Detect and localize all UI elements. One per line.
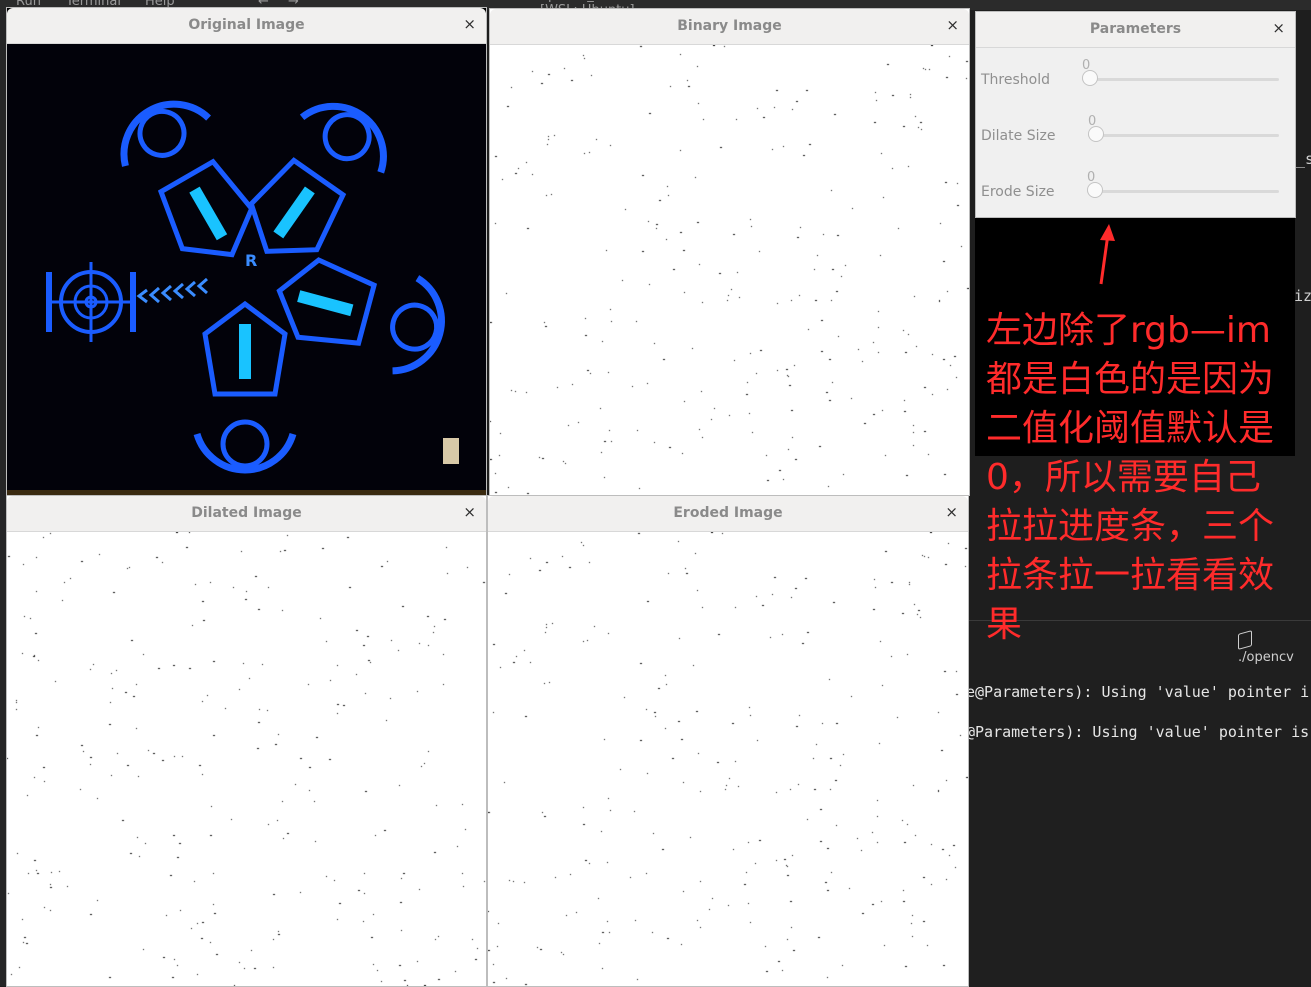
- eroded-noise-canvas: [488, 532, 968, 986]
- eroded-image-window: Eroded Image ×: [488, 496, 968, 986]
- window-title: Original Image: [188, 17, 305, 33]
- binary-noise-canvas: [490, 45, 969, 495]
- original-image-window: Original Image × R: [7, 8, 486, 495]
- annotation-arrow-icon: [1099, 224, 1115, 285]
- window-titlebar[interactable]: Eroded Image ×: [488, 496, 968, 532]
- close-icon[interactable]: ×: [946, 16, 959, 34]
- terminal-line: e@Parameters): Using 'value' pointer i: [966, 683, 1310, 701]
- binary-image-canvas: [490, 45, 969, 495]
- dilate-size-label: Dilate Size: [981, 128, 1056, 144]
- code-fragment: iz: [1294, 287, 1311, 305]
- window-titlebar[interactable]: Original Image ×: [7, 8, 486, 44]
- window-title: Binary Image: [677, 18, 782, 34]
- dilate-size-slider[interactable]: [1088, 126, 1279, 142]
- annotation-text: 左边除了rgb—im都是白色的是因为二值化阈值默认是0，所以需要自己拉拉进度条，…: [986, 310, 1275, 645]
- dilate-size-row: Dilate Size 0: [976, 104, 1295, 160]
- window-titlebar[interactable]: Binary Image ×: [490, 9, 969, 45]
- window-title: Parameters: [1089, 21, 1182, 37]
- svg-text:R: R: [245, 251, 257, 270]
- binary-image-window: Binary Image ×: [490, 9, 969, 495]
- terminal-panel: [968, 620, 1311, 987]
- dilated-image-canvas: [7, 532, 486, 986]
- slider-thumb[interactable]: [1087, 182, 1103, 198]
- window-titlebar[interactable]: Dilated Image ×: [7, 496, 486, 532]
- dilated-image-window: Dilated Image ×: [7, 496, 486, 986]
- original-image-canvas: R: [7, 44, 486, 495]
- code-fragment: _s: [1296, 150, 1311, 168]
- threshold-slider[interactable]: [1082, 70, 1279, 86]
- close-icon[interactable]: ×: [945, 503, 958, 521]
- close-icon[interactable]: ×: [463, 15, 476, 33]
- parameters-window: Parameters × Threshold 0 Dilate Size 0 E…: [976, 12, 1295, 217]
- eroded-image-canvas: [488, 532, 968, 986]
- erode-size-label: Erode Size: [981, 184, 1055, 200]
- dilated-noise-canvas: [7, 532, 486, 986]
- close-icon[interactable]: ×: [1272, 19, 1285, 37]
- threshold-row: Threshold 0: [976, 48, 1295, 104]
- slider-thumb[interactable]: [1088, 126, 1104, 142]
- terminal-tab-label: ./opencv: [1238, 650, 1294, 665]
- terminal-line: @Parameters): Using 'value' pointer is: [966, 723, 1310, 741]
- window-title: Dilated Image: [191, 505, 302, 521]
- slider-thumb[interactable]: [1082, 70, 1098, 86]
- threshold-label: Threshold: [981, 72, 1050, 88]
- window-title: Eroded Image: [673, 505, 783, 521]
- close-icon[interactable]: ×: [463, 503, 476, 521]
- erode-size-slider[interactable]: [1087, 182, 1279, 198]
- ide-far-right: [1295, 10, 1311, 620]
- rune-neon-image: R: [7, 44, 486, 495]
- erode-size-row: Erode Size 0: [976, 160, 1295, 216]
- window-titlebar[interactable]: Parameters ×: [976, 12, 1295, 48]
- parameters-panel: Threshold 0 Dilate Size 0 Erode Size 0: [976, 48, 1295, 217]
